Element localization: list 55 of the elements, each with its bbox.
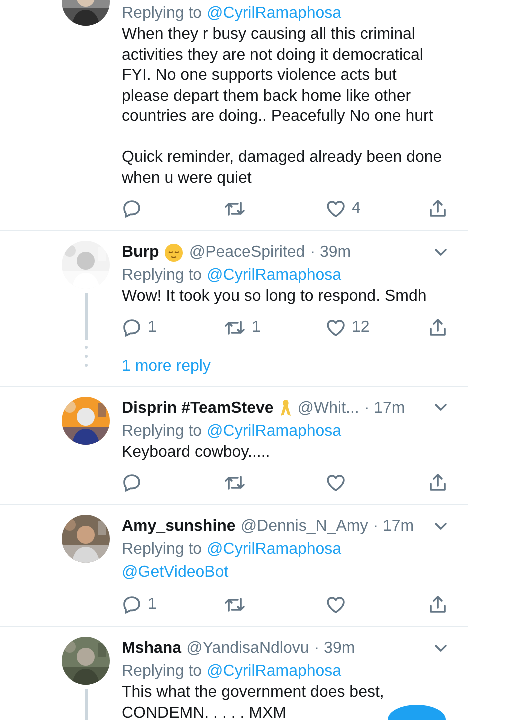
replying-label: Replying to xyxy=(122,4,202,24)
reply-icon[interactable] xyxy=(122,318,142,338)
heart-icon[interactable] xyxy=(326,595,346,615)
reply-count: 1 xyxy=(148,318,157,338)
retweet-icon[interactable] xyxy=(224,199,246,219)
like-count: 4 xyxy=(352,199,361,219)
heart-icon[interactable] xyxy=(326,318,346,338)
reply-icon[interactable] xyxy=(122,199,142,219)
replying-label: Replying to xyxy=(122,540,202,560)
retweet-count: 1 xyxy=(252,318,261,338)
tweet-time: · 39m xyxy=(310,243,352,263)
user-handle[interactable]: @YandisaNdlovu xyxy=(186,637,310,660)
more-replies-link[interactable]: 1 more reply xyxy=(122,340,211,386)
share-icon[interactable] xyxy=(428,595,448,615)
user-name[interactable]: Burp xyxy=(122,241,160,264)
share-icon[interactable] xyxy=(428,473,448,493)
chevron-icon[interactable] xyxy=(434,248,448,258)
smiley-icon xyxy=(164,242,184,262)
share-icon[interactable] xyxy=(428,318,448,338)
tweet-text: Keyboard cowboy..... xyxy=(122,442,270,462)
tweet-time: · 17m xyxy=(373,517,414,537)
heart-icon[interactable] xyxy=(326,473,346,493)
tweet-time: · 39m xyxy=(314,639,356,659)
like-count: 12 xyxy=(352,318,370,338)
reply-icon[interactable] xyxy=(122,595,142,615)
user-name[interactable]: Mshana xyxy=(122,637,182,660)
mention-link[interactable]: @CyrilRamaphosa xyxy=(207,2,342,25)
user-handle[interactable]: @PeaceSpirited xyxy=(189,241,306,264)
tweet-text: Wow! It took you so long to respond. Smdh xyxy=(122,287,427,307)
user-name[interactable]: Amy_sunshine xyxy=(122,515,236,538)
retweet-icon[interactable] xyxy=(224,595,246,615)
ribbon-icon xyxy=(278,398,293,418)
share-icon[interactable] xyxy=(428,199,448,219)
tweet-time: · 17m xyxy=(364,398,406,418)
user-handle[interactable]: @Dennis_N_Amy xyxy=(240,515,368,538)
tweet-text: When they r busy causing all this criminal activities they are not doing it democratical FYI. No one supports violence acts but please depart them back home like other countries are doing.. Peacefully No one hurt Quick reminder, damaged already been done when u were quiet xyxy=(122,25,444,188)
replying-label: Replying to xyxy=(122,662,202,682)
mention-link[interactable]: @CyrilRamaphosa xyxy=(207,264,342,287)
compose-button[interactable] xyxy=(388,705,446,720)
mention-link[interactable]: @CyrilRamaphosa xyxy=(207,420,342,442)
replying-label: Replying to xyxy=(122,266,202,286)
retweet-icon[interactable] xyxy=(224,473,246,493)
reply-count: 1 xyxy=(148,595,157,615)
replying-label: Replying to xyxy=(122,422,202,442)
mention-link[interactable]: @CyrilRamaphosa xyxy=(207,538,342,561)
user-name[interactable]: Disprin #TeamSteve xyxy=(122,396,274,420)
chevron-icon[interactable] xyxy=(434,403,448,413)
tweet-text: This what the government does best, CONDEMN. . . . . MXM xyxy=(122,683,384,720)
chevron-icon[interactable] xyxy=(434,522,448,532)
mention-link[interactable]: @GetVideoBot xyxy=(122,563,229,584)
mention-link[interactable]: @CyrilRamaphosa xyxy=(207,660,342,683)
user-handle[interactable]: @Whit... xyxy=(298,396,360,420)
reply-icon[interactable] xyxy=(122,473,142,493)
heart-icon[interactable] xyxy=(326,199,346,219)
chevron-icon[interactable] xyxy=(434,644,448,654)
